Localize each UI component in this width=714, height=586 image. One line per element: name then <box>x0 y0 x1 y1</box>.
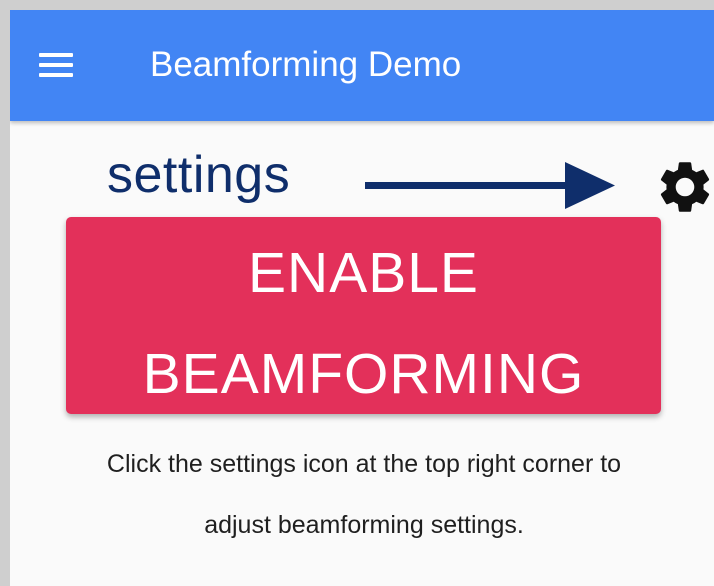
settings-button[interactable] <box>654 156 714 218</box>
gear-icon <box>660 162 710 212</box>
screen: Beamforming Demo settings ENABLE BEAMFOR… <box>0 0 714 586</box>
help-text-line1: Click the settings icon at the top right… <box>106 450 622 478</box>
help-text-line2: adjust beamforming settings. <box>204 511 524 539</box>
hamburger-menu-icon <box>39 53 73 77</box>
enable-beamforming-button[interactable]: ENABLE BEAMFORMING <box>66 217 661 414</box>
settings-annotation-label: settings <box>107 146 291 204</box>
app-bar: Beamforming Demo <box>10 10 714 121</box>
enable-button-label-line2: BEAMFORMING <box>142 342 585 406</box>
enable-button-label-line1: ENABLE <box>248 241 479 305</box>
right-arrow-icon <box>365 162 615 209</box>
app-title: Beamforming Demo <box>150 45 462 84</box>
menu-button[interactable] <box>36 50 84 86</box>
app-window: Beamforming Demo settings ENABLE BEAMFOR… <box>10 10 714 586</box>
